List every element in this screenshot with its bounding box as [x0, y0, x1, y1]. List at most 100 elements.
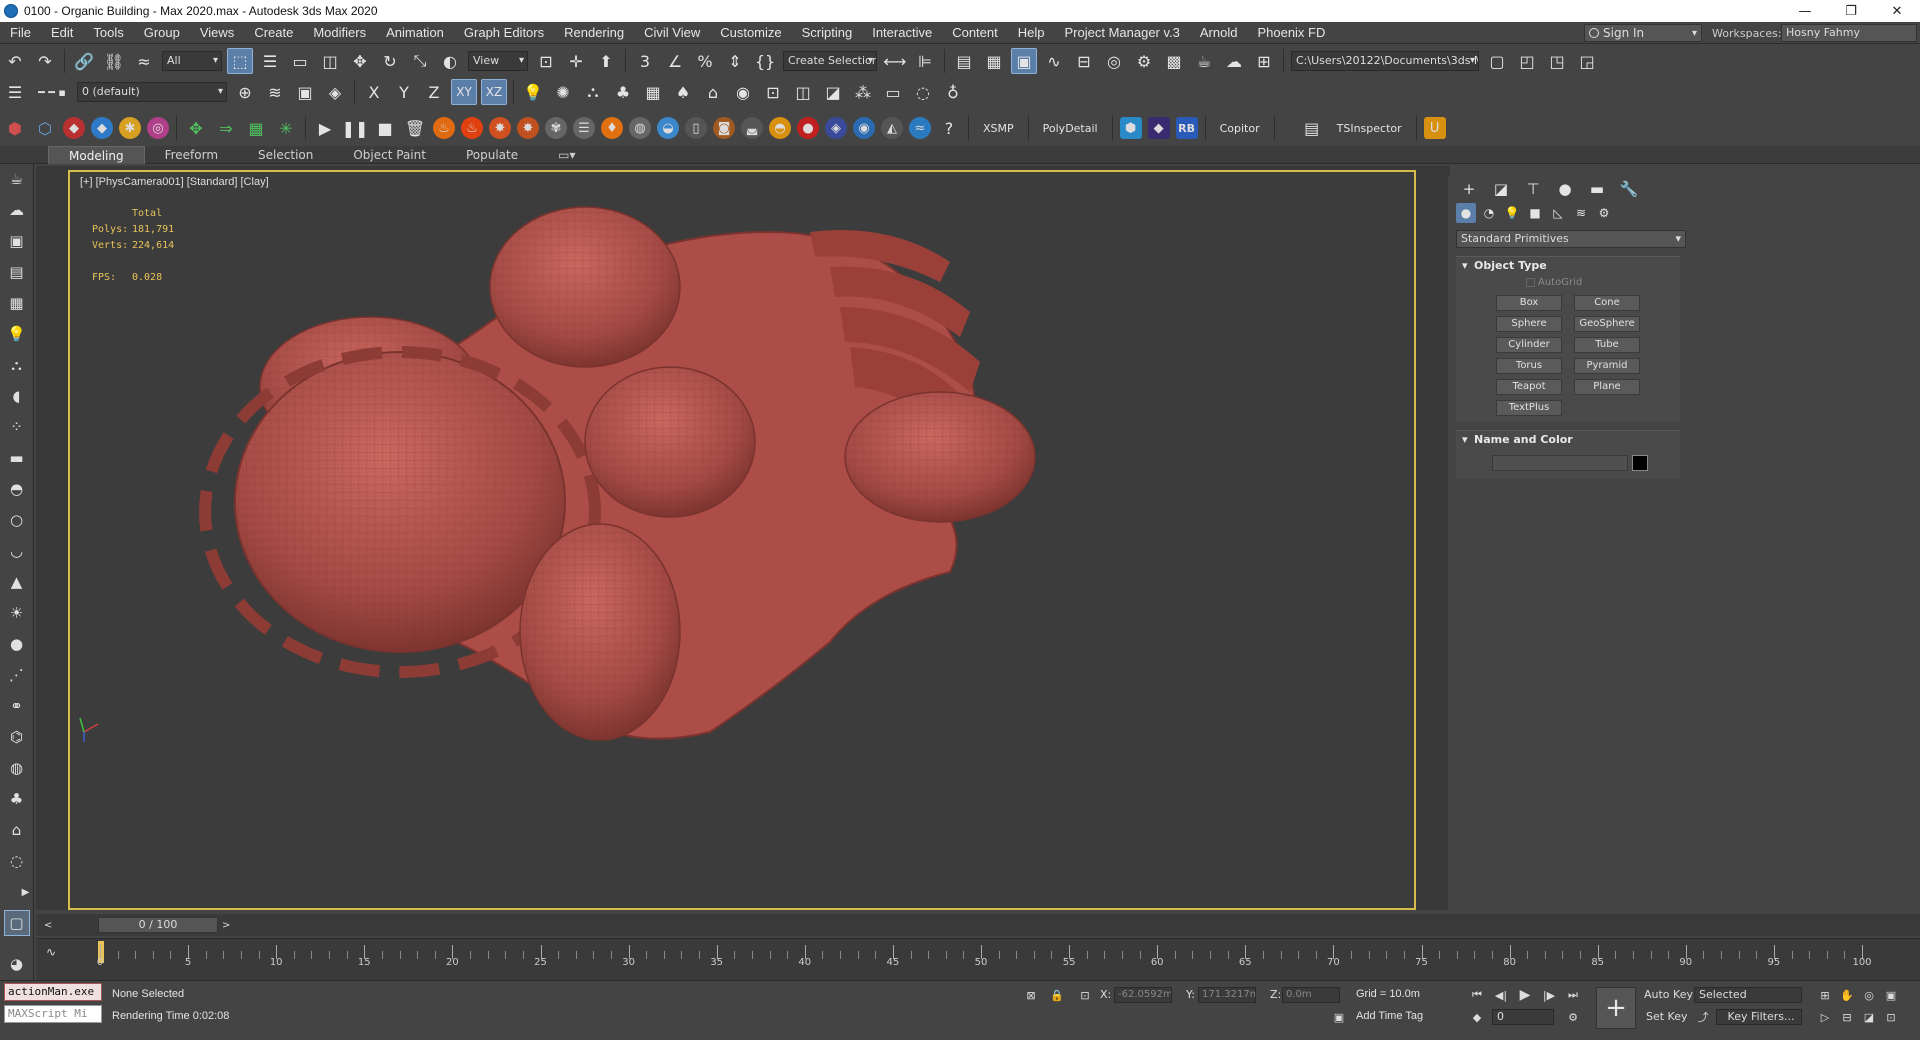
select-object-icon[interactable]: ⬚ [227, 48, 253, 74]
phoenix-vortex-icon[interactable]: ◍ [629, 117, 651, 139]
create-layer-icon[interactable]: ≋ [262, 79, 288, 105]
mirror-icon[interactable]: ⟷ [882, 48, 908, 74]
curve-editor-icon[interactable]: ∿ [1041, 48, 1067, 74]
torus-button[interactable]: Torus [1496, 358, 1562, 374]
schematic-view-icon[interactable]: ⊟ [1071, 48, 1097, 74]
render-cloud-icon[interactable]: ⊞ [1251, 48, 1277, 74]
select-rotate-icon[interactable]: ↻ [377, 48, 403, 74]
helpers-icon[interactable]: ◺ [1548, 203, 1568, 223]
render-frame-icon[interactable]: ▣ [4, 228, 30, 254]
sphere-shaded-icon[interactable]: ◕ [4, 951, 30, 977]
create-tab-icon[interactable]: + [1456, 178, 1482, 200]
stairs-icon[interactable]: ⋰ [4, 662, 30, 688]
tab-modeling[interactable]: Modeling [48, 145, 145, 164]
ribbon-options-icon[interactable]: ▭▾ [538, 146, 595, 164]
menu-graph-editors[interactable]: Graph Editors [454, 22, 554, 44]
geometry-icon[interactable]: ● [1456, 203, 1476, 223]
tsinspector-button[interactable]: TSInspector [1327, 122, 1412, 135]
spacewarps-icon[interactable]: ≋ [1571, 203, 1591, 223]
zoom-all-icon[interactable]: ⊟ [1838, 1009, 1856, 1025]
cone-icon[interactable]: ▲ [4, 569, 30, 595]
plant-icon[interactable]: ♣ [4, 786, 30, 812]
polydetail-button[interactable]: PolyDetail [1033, 122, 1108, 135]
copitor-button[interactable]: Copitor [1210, 122, 1270, 135]
phoenix-bucket-icon[interactable]: ◓ [769, 117, 791, 139]
add-to-layer-icon[interactable]: ⊕ [232, 79, 258, 105]
diamond-tool-icon[interactable]: ◆ [1147, 117, 1170, 139]
unlink-icon[interactable]: ⛓ [101, 48, 127, 74]
menu-rendering[interactable]: Rendering [554, 22, 634, 44]
rb-button[interactable]: RB [1175, 117, 1198, 139]
axis-xz-button[interactable]: XZ [481, 79, 507, 105]
menu-tools[interactable]: Tools [83, 22, 133, 44]
shell-icon[interactable]: ◌ [4, 848, 30, 874]
field-of-view-icon[interactable]: ◪ [1860, 1009, 1878, 1025]
material-editor-icon[interactable]: ◎ [1101, 48, 1127, 74]
window-crossing-icon[interactable]: ◫ [317, 48, 343, 74]
menu-edit[interactable]: Edit [41, 22, 83, 44]
phoenix-glass-icon[interactable]: ▯ [685, 117, 707, 139]
menu-animation[interactable]: Animation [376, 22, 454, 44]
forest-pack-icon[interactable]: ✥ [183, 115, 209, 141]
sun-point-icon[interactable]: ✺ [550, 79, 576, 105]
frame-icon[interactable]: ▭ [880, 79, 906, 105]
absolute-mode-icon[interactable]: ⊡ [1076, 987, 1094, 1003]
spinner-snap-icon[interactable]: ⇕ [722, 48, 748, 74]
tube-button[interactable]: Tube [1574, 337, 1640, 353]
menu-content[interactable]: Content [942, 22, 1008, 44]
select-manipulate-icon[interactable]: ✛ [563, 48, 589, 74]
sphere-pattern-icon[interactable]: ◎ [147, 117, 169, 139]
sphere-icon[interactable]: ○ [4, 507, 30, 533]
snaps-toggle-icon[interactable]: 3 [632, 48, 658, 74]
forest-icon[interactable]: ♣ [610, 79, 636, 105]
viewport-label[interactable]: [+] [PhysCamera001] [Standard] [Clay] [80, 176, 269, 188]
stop-icon[interactable]: ■ [372, 115, 398, 141]
scatter-arrow-icon[interactable]: ⇒ [213, 115, 239, 141]
phoenix-source-icon[interactable]: ✸ [489, 117, 511, 139]
sun-icon[interactable]: ☀ [4, 600, 30, 626]
camera-icon[interactable]: ⛬ [4, 352, 30, 378]
name-color-header[interactable]: Name and Color [1456, 431, 1680, 449]
render-activeshade-icon[interactable]: ☁ [1221, 48, 1247, 74]
phoenix-emitter-icon[interactable]: ✸ [517, 117, 539, 139]
pivot-center-icon[interactable]: ⊡ [533, 48, 559, 74]
phoenix-liquid-icon[interactable]: ◒ [657, 117, 679, 139]
pause-icon[interactable]: ❚❚ [342, 115, 369, 141]
pan-view-icon[interactable]: ✋ [1838, 987, 1856, 1003]
scatter-grid-icon[interactable]: ▦ [243, 115, 269, 141]
autogrid-checkbox[interactable]: AutoGrid [1456, 275, 1680, 291]
structure-icon[interactable]: ⌬ [4, 724, 30, 750]
link-icon[interactable]: 🔗 [71, 48, 97, 74]
workspace-select[interactable]: Hosny Fahmy [1781, 24, 1917, 42]
tab-populate[interactable]: Populate [446, 146, 538, 164]
isolate-selection-icon[interactable]: ⊠ [1022, 987, 1040, 1003]
menu-group[interactable]: Group [134, 22, 190, 44]
render-setup-icon[interactable]: ⚙ [1131, 48, 1157, 74]
add-time-tag[interactable]: Add Time Tag [1356, 1010, 1423, 1022]
primitive-category-dropdown[interactable]: Standard Primitives [1456, 230, 1686, 248]
project-open-icon[interactable]: ◳ [1544, 48, 1570, 74]
phoenix-smoke-icon[interactable]: ♨ [461, 117, 483, 139]
undo-icon[interactable]: ↶ [2, 48, 28, 74]
layer-explorer-icon[interactable]: ▦ [981, 48, 1007, 74]
next-key-icon[interactable]: |▶ [1540, 987, 1558, 1003]
geosphere-button[interactable]: GeoSphere [1574, 316, 1640, 332]
globe-icon[interactable]: ◍ [4, 755, 30, 781]
menu-scripting[interactable]: Scripting [792, 22, 863, 44]
3dsmax-app-icon[interactable] [4, 4, 18, 18]
time-slider[interactable]: < 0 / 100 > [36, 914, 1920, 936]
next-frame-icon[interactable]: > [222, 920, 230, 931]
viewport-icon[interactable]: ⊡ [760, 79, 786, 105]
maximize-viewport-icon[interactable]: ▣ [1882, 987, 1900, 1003]
dolly-icon[interactable]: ▷ [1816, 1009, 1834, 1025]
utilities-tab-icon[interactable]: 🔧 [1616, 178, 1642, 200]
current-frame-field[interactable]: 0 [1492, 1009, 1554, 1025]
edit-named-selection-icon[interactable]: {} [752, 48, 778, 74]
box-button[interactable]: Box [1496, 295, 1562, 311]
object-name-field[interactable] [1492, 455, 1628, 471]
percent-snap-icon[interactable]: % [692, 48, 718, 74]
plane-icon[interactable]: ▬ [4, 445, 30, 471]
cylinder-button[interactable]: Cylinder [1496, 337, 1562, 353]
prev-key-icon[interactable]: ◀| [1492, 987, 1510, 1003]
motion-tab-icon[interactable]: ● [1552, 178, 1578, 200]
